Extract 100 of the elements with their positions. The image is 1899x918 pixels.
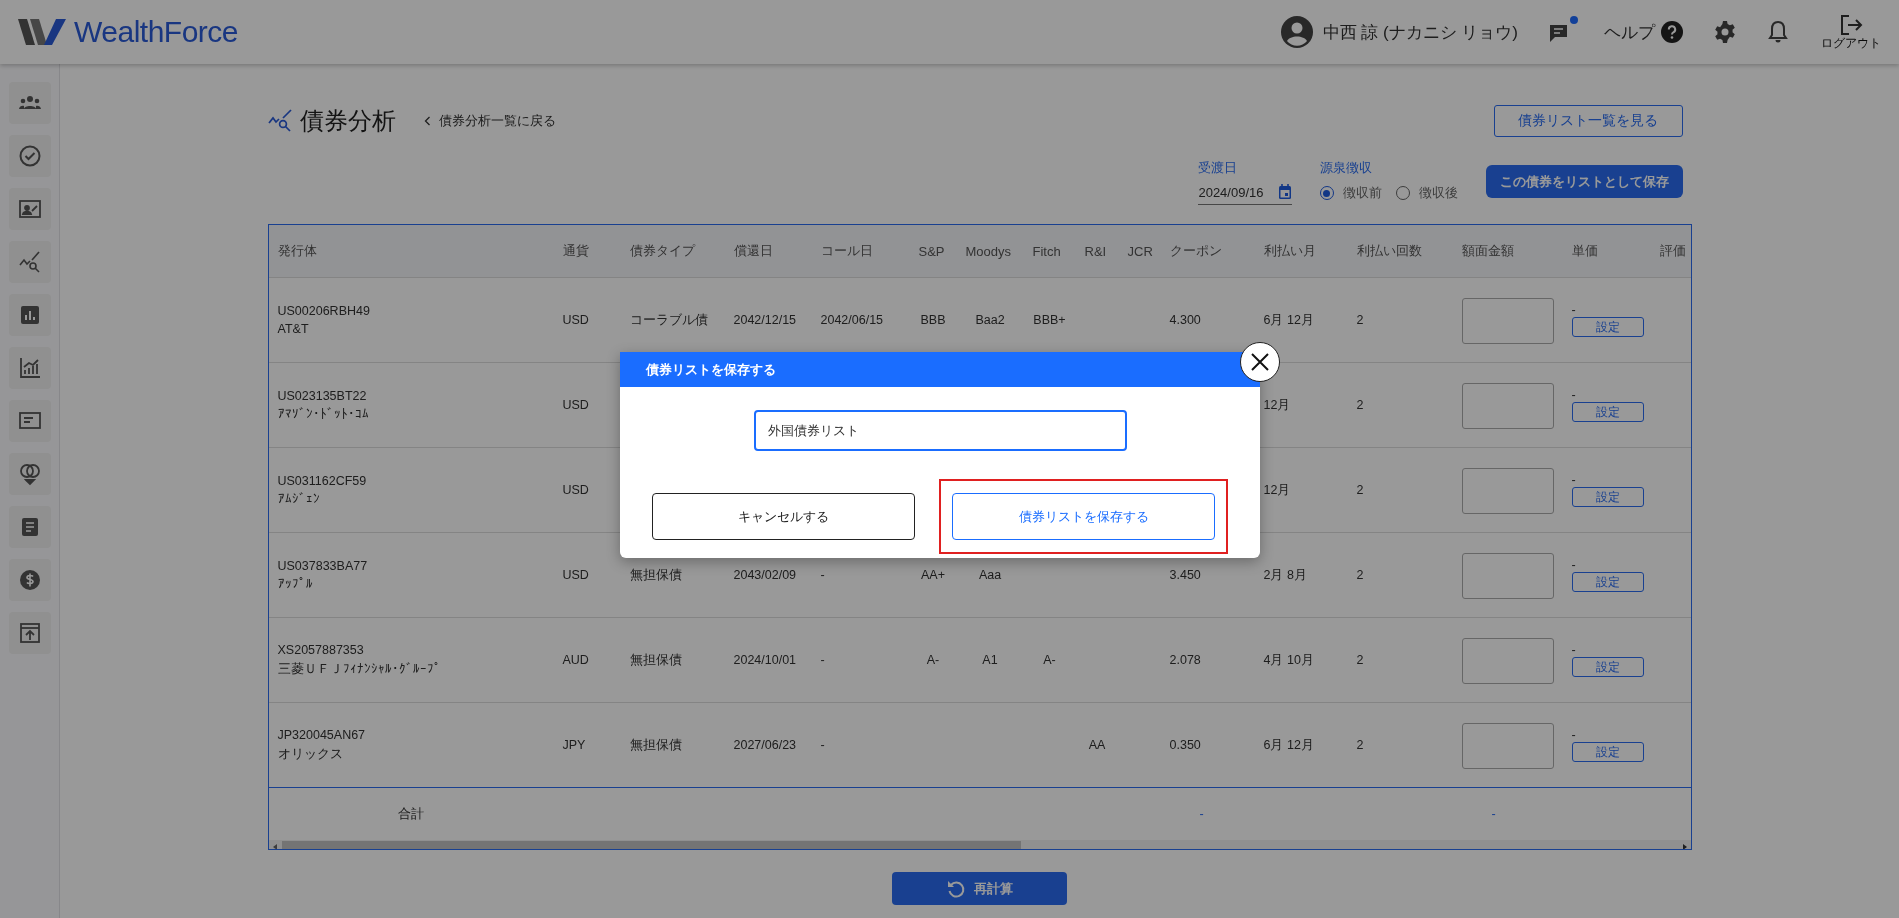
sidebar-button[interactable] xyxy=(8,400,51,442)
sidebar-button[interactable] xyxy=(8,241,51,283)
table-cell: BBB+ xyxy=(1033,313,1066,327)
sidebar-button[interactable] xyxy=(8,188,51,230)
column-header: 額面金額 xyxy=(1460,242,1515,260)
save-as-list-button[interactable]: この債券をリストとして保存 xyxy=(1485,165,1683,198)
face-amount-field[interactable] xyxy=(1461,383,1554,429)
back-link[interactable]: 債券分析一覧に戻る xyxy=(423,112,556,130)
table-cell: 2 xyxy=(1356,398,1364,412)
table-cell: 2 xyxy=(1356,568,1364,582)
calendar-icon[interactable] xyxy=(1277,184,1292,200)
sidebar-button[interactable] xyxy=(8,294,51,336)
table-cell: 無担保債 xyxy=(629,567,682,582)
issuer-code: JP320045AN67 xyxy=(277,727,366,742)
table-cell: 無担保債 xyxy=(629,652,682,667)
total-label: 合計 xyxy=(398,806,424,821)
issuer-code: US031162CF59 xyxy=(277,474,367,488)
set-button[interactable]: 設定 xyxy=(1571,742,1644,762)
face-amount-field[interactable] xyxy=(1461,468,1554,514)
table-cell: 4月 10月 xyxy=(1263,652,1314,667)
table-cell: 2043/02/09 xyxy=(733,568,797,582)
table-cell: USD xyxy=(562,483,589,497)
table-cell: 12月 xyxy=(1263,482,1291,497)
table-cell: 2 xyxy=(1356,313,1364,327)
set-button[interactable]: 設定 xyxy=(1571,487,1644,507)
table-cell: JPY xyxy=(562,738,586,752)
unit-price: - xyxy=(1571,643,1576,657)
column-header: 発行体 xyxy=(276,242,318,260)
bond-list-button[interactable]: 債券リスト一覧を見る xyxy=(1493,105,1683,137)
set-button[interactable]: 設定 xyxy=(1571,317,1644,337)
id-card-icon xyxy=(17,197,42,221)
chevron-left-icon[interactable] xyxy=(423,116,431,126)
unit-price: - xyxy=(1571,473,1576,487)
save-list-button[interactable]: 債券リストを保存する xyxy=(952,493,1215,540)
column-header: クーポン xyxy=(1168,242,1223,260)
sidebar-button[interactable] xyxy=(8,612,51,654)
radio-label[interactable]: 徴収前 xyxy=(1342,184,1382,202)
table-cell: A1 xyxy=(982,653,998,667)
issuer-name: ｱﾑｼﾞｪﾝ xyxy=(277,492,320,506)
issuer-code: US023135BT22 xyxy=(277,389,367,403)
unit-price: - xyxy=(1571,558,1576,572)
table-cell: USD xyxy=(562,568,589,582)
logout-icon[interactable] xyxy=(1839,14,1863,36)
sidebar-button[interactable] xyxy=(8,347,51,389)
column-header: 評価 xyxy=(1658,242,1687,260)
table-cell: Baa2 xyxy=(975,313,1005,327)
set-button[interactable]: 設定 xyxy=(1571,402,1644,422)
table-cell: 12月 xyxy=(1263,397,1291,412)
table-cell: 2042/12/15 xyxy=(733,313,797,327)
column-header: 利払い回数 xyxy=(1355,242,1423,260)
table-cell: コーラブル債 xyxy=(629,312,708,327)
bell-icon[interactable] xyxy=(1767,20,1789,44)
unit-price: - xyxy=(1571,388,1576,402)
table-cell: 2 xyxy=(1356,653,1364,667)
sidebar-button[interactable] xyxy=(8,82,51,124)
set-button[interactable]: 設定 xyxy=(1571,657,1644,677)
table-cell: 2月 8月 xyxy=(1263,567,1307,582)
date-field[interactable]: 2024/09/16 xyxy=(1198,182,1292,205)
column-header: 債券タイプ xyxy=(628,242,697,260)
table-cell: A- xyxy=(926,653,940,667)
radio-label[interactable]: 徴収後 xyxy=(1418,184,1458,202)
issuer-name: 三菱ＵＦＪﾌｨﾅﾝｼｬﾙ･ｸﾞﾙｰﾌﾟ xyxy=(277,660,441,678)
list-name-field[interactable]: 外国債券リスト xyxy=(753,410,1127,451)
sidebar-button[interactable] xyxy=(8,453,51,495)
settings-icon[interactable] xyxy=(1713,20,1737,44)
check-circle-icon xyxy=(17,144,42,168)
face-amount-field[interactable] xyxy=(1461,553,1554,599)
help-icon[interactable] xyxy=(1661,21,1683,43)
user-avatar-icon[interactable] xyxy=(1280,16,1313,48)
dollar-icon xyxy=(17,568,42,592)
cancel-button[interactable]: キャンセルする xyxy=(652,493,915,540)
sidebar-button[interactable] xyxy=(8,135,51,177)
table-cell: AA xyxy=(1088,738,1106,752)
face-amount-field[interactable] xyxy=(1461,298,1554,344)
column-header: 償還日 xyxy=(732,242,774,260)
sidebar-button[interactable] xyxy=(8,506,51,548)
column-header: 利払い月 xyxy=(1262,242,1317,260)
rings-icon xyxy=(17,462,42,486)
column-header: Fitch xyxy=(1031,243,1062,259)
page-title: 債券分析 xyxy=(299,106,396,136)
help-link[interactable]: ヘルプ xyxy=(1604,20,1655,44)
unit-price: - xyxy=(1571,728,1576,742)
chart-search-icon xyxy=(267,109,294,133)
logout-label[interactable]: ログアウト xyxy=(1821,36,1881,50)
recalculate-button[interactable]: 再計算 xyxy=(892,872,1067,905)
table-cell: 2 xyxy=(1356,738,1364,752)
column-header: R&I xyxy=(1083,243,1108,259)
growth-chart-icon xyxy=(17,356,42,380)
user-name[interactable]: 中西 諒 (ナカニシ リョウ) xyxy=(1322,20,1518,44)
table-cell: 2024/10/01 xyxy=(733,653,797,667)
total-face-amount: - xyxy=(1491,807,1496,821)
table-cell: 無担保債 xyxy=(629,737,682,752)
table-cell: BBB xyxy=(920,313,946,327)
table-cell: 4.300 xyxy=(1169,313,1201,327)
face-amount-field[interactable] xyxy=(1461,723,1554,769)
sidebar-button[interactable] xyxy=(8,559,51,601)
set-button[interactable]: 設定 xyxy=(1571,572,1644,592)
scroll-right-icon[interactable] xyxy=(1680,843,1689,849)
face-amount-field[interactable] xyxy=(1461,638,1554,684)
table-cell: 2027/06/23 xyxy=(733,738,797,752)
